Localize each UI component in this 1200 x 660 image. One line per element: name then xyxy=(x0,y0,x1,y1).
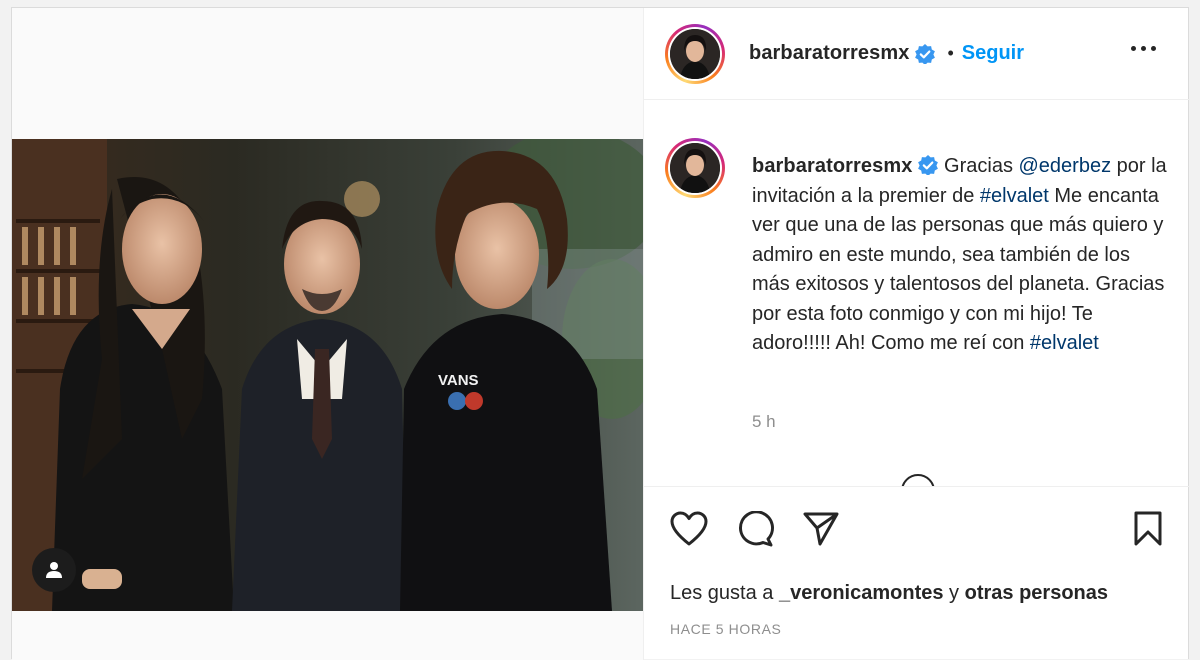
tagged-users-button[interactable] xyxy=(32,548,76,592)
caption-story-ring[interactable] xyxy=(665,138,725,198)
follow-button[interactable]: Seguir xyxy=(962,42,1024,65)
verified-badge-icon xyxy=(918,155,939,175)
heart-icon[interactable] xyxy=(670,511,708,547)
post-timestamp[interactable]: HACE 5 HORAS xyxy=(670,621,781,637)
photo-illustration: VANS xyxy=(12,139,643,611)
mention-link[interactable]: @ederbez xyxy=(1019,155,1112,177)
post-actions: Les gusta a _veronicamontes y otras pers… xyxy=(644,486,1190,660)
loading-spinner-icon xyxy=(901,474,935,486)
likes-summary: Les gusta a _veronicamontes y otras pers… xyxy=(670,582,1108,605)
bookmark-icon[interactable] xyxy=(1132,511,1164,547)
instagram-post: VANS barbaratorresmx • Seguir barbarator… xyxy=(11,7,1190,660)
post-sidebar: barbaratorresmx • Seguir barbaratorresmx… xyxy=(644,8,1190,660)
separator-dot: • xyxy=(947,43,954,63)
liked-by-others[interactable]: otras personas xyxy=(965,582,1108,604)
header-username[interactable]: barbaratorresmx xyxy=(749,42,909,65)
post-media-area: VANS xyxy=(12,8,644,660)
caption-text-3: Me encanta ver que una de las personas q… xyxy=(752,184,1165,355)
comment-icon[interactable] xyxy=(737,511,775,547)
more-options-icon[interactable] xyxy=(1131,46,1156,51)
post-header: barbaratorresmx • Seguir xyxy=(644,8,1190,100)
verified-badge-icon xyxy=(915,43,936,64)
more-dot-1 xyxy=(1131,46,1136,51)
caption-text-1: Gracias xyxy=(944,155,1019,177)
comments-section: barbaratorresmx Gracias @ederbez por la … xyxy=(644,100,1190,486)
caption-timestamp[interactable]: 5 h xyxy=(752,412,776,432)
caption-avatar-image xyxy=(670,143,720,193)
avatar-image xyxy=(670,28,720,79)
post-photo[interactable]: VANS xyxy=(12,139,643,611)
liked-by-user[interactable]: _veronicamontes xyxy=(779,582,944,604)
likes-prefix: Les gusta a xyxy=(670,582,779,604)
story-ring[interactable] xyxy=(665,23,725,84)
caption-avatar-frame xyxy=(668,141,722,195)
user-tag-icon xyxy=(46,562,62,578)
hashtag-link[interactable]: #elvalet xyxy=(1030,332,1099,354)
caption-username[interactable]: barbaratorresmx xyxy=(752,155,912,177)
more-dot-3 xyxy=(1151,46,1156,51)
post-caption: barbaratorresmx Gracias @ederbez por la … xyxy=(752,152,1172,359)
share-icon[interactable] xyxy=(802,511,840,547)
likes-middle: y xyxy=(943,582,965,604)
avatar xyxy=(670,28,720,79)
shirt-logo-text: VANS xyxy=(438,372,479,389)
hashtag-link[interactable]: #elvalet xyxy=(980,185,1049,207)
more-dot-2 xyxy=(1141,46,1146,51)
caption-avatar xyxy=(670,143,720,193)
avatar-frame xyxy=(668,26,722,81)
